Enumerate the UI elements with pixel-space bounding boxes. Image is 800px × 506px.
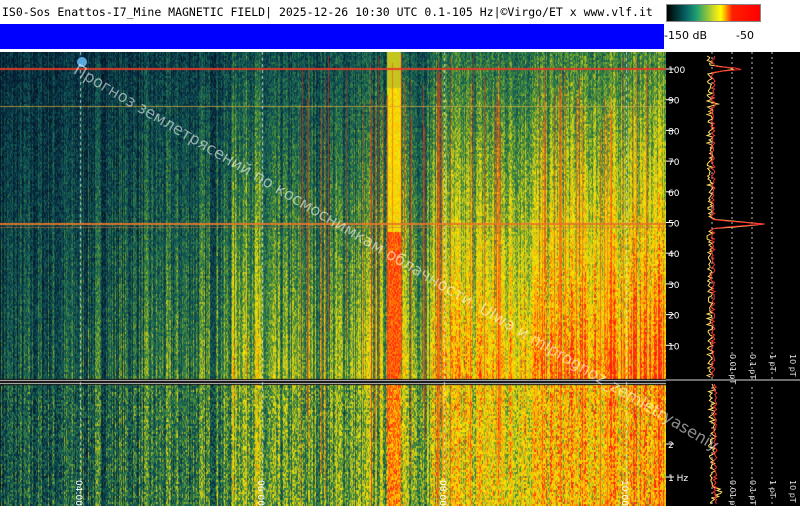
spectrum-scale-label: 1 pT bbox=[768, 354, 777, 372]
chart-title: IS0-Sos Enattos-I7_Mine MAGNETIC FIELD| … bbox=[2, 3, 658, 21]
spectrum-scale-label: 10 pT bbox=[788, 354, 797, 377]
blue-band bbox=[0, 24, 664, 49]
watermark-logo-icon bbox=[77, 57, 87, 67]
time-axis-overlay: 04:00 06:00 08:00 10:00 bbox=[73, 480, 629, 506]
color-scale-max-label: -50 bbox=[736, 29, 754, 42]
frequency-tick-label: 2 bbox=[668, 441, 674, 451]
frequency-tick-label: 90 bbox=[668, 97, 680, 107]
panel-background bbox=[666, 52, 800, 506]
frequency-tick-label: 60 bbox=[668, 189, 680, 199]
color-scale-bar bbox=[666, 4, 761, 22]
spectrum-scale-label: 10 pT bbox=[788, 480, 797, 503]
frequency-tick-label: 40 bbox=[668, 250, 680, 260]
time-axis-label: 04:00 bbox=[73, 480, 83, 506]
frequency-tick-label: 50 bbox=[668, 220, 680, 230]
frequency-axis-panel: 100 90 80 70 60 50 40 30 20 10 2 1 Hz 0.01 pT 0.1 pT… bbox=[666, 52, 800, 506]
time-axis-label: 06:00 bbox=[255, 480, 265, 506]
frequency-tick-label: 80 bbox=[668, 127, 680, 137]
frequency-tick-label: 70 bbox=[668, 158, 680, 168]
frequency-tick-label: 30 bbox=[668, 281, 680, 291]
frequency-tick-label: 100 bbox=[668, 66, 685, 76]
time-axis-label: 10:00 bbox=[619, 480, 629, 506]
frequency-tick-label: 1 Hz bbox=[668, 474, 688, 484]
spectrum-scale-label: 0.01 pT bbox=[728, 354, 737, 384]
spectrum-scale-label: 0.1 pT bbox=[748, 480, 757, 505]
time-axis-labels: 04:00 06:00 08:00 10:00 bbox=[73, 480, 629, 506]
spectrum-scale-label: 0.1 pT bbox=[748, 354, 757, 379]
spectrum-scale-label: 1 pT bbox=[768, 480, 777, 498]
header: IS0-Sos Enattos-I7_Mine MAGNETIC FIELD| … bbox=[0, 0, 800, 52]
frequency-tick-label: 20 bbox=[668, 312, 680, 322]
frequency-tick-label: 10 bbox=[668, 342, 680, 352]
color-scale-min-label: -150 dB bbox=[664, 29, 707, 42]
spectrum-scale-label: 0.01 pT bbox=[728, 480, 737, 506]
time-axis-label: 08:00 bbox=[437, 480, 447, 506]
